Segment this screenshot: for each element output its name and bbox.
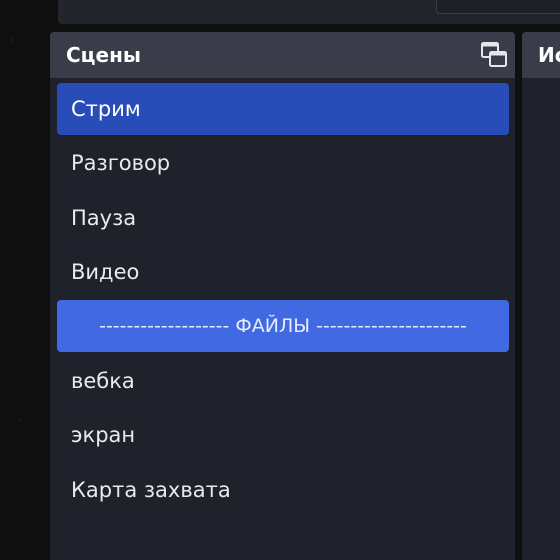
sources-dock-header[interactable]: Ис <box>522 32 560 78</box>
scene-item[interactable]: Видео <box>57 246 509 298</box>
scene-item[interactable]: Карта захвата <box>57 464 509 516</box>
scene-item[interactable]: Пауза <box>57 192 509 244</box>
scene-item[interactable]: вебка <box>57 355 509 407</box>
scene-item[interactable]: Стрим <box>57 83 509 135</box>
scene-list[interactable]: Стрим Разговор Пауза Видео -------------… <box>50 78 515 560</box>
scene-item-separator[interactable]: ------------------- ФАЙЛЫ --------------… <box>57 300 509 352</box>
scene-item[interactable]: Разговор <box>57 137 509 189</box>
obs-window: Сцены Стрим Разговор Пауза Видео -------… <box>0 0 560 560</box>
top-input-field[interactable] <box>436 0 560 14</box>
scenes-dock: Сцены Стрим Разговор Пауза Видео -------… <box>50 32 515 560</box>
undock-window-icon[interactable] <box>480 41 508 69</box>
scenes-dock-title: Сцены <box>66 43 141 67</box>
sources-list[interactable] <box>522 78 560 560</box>
scenes-dock-header[interactable]: Сцены <box>50 32 515 78</box>
scene-item[interactable]: экран <box>57 409 509 461</box>
sources-dock: Ис <box>522 32 560 560</box>
sources-dock-title: Ис <box>538 43 560 67</box>
